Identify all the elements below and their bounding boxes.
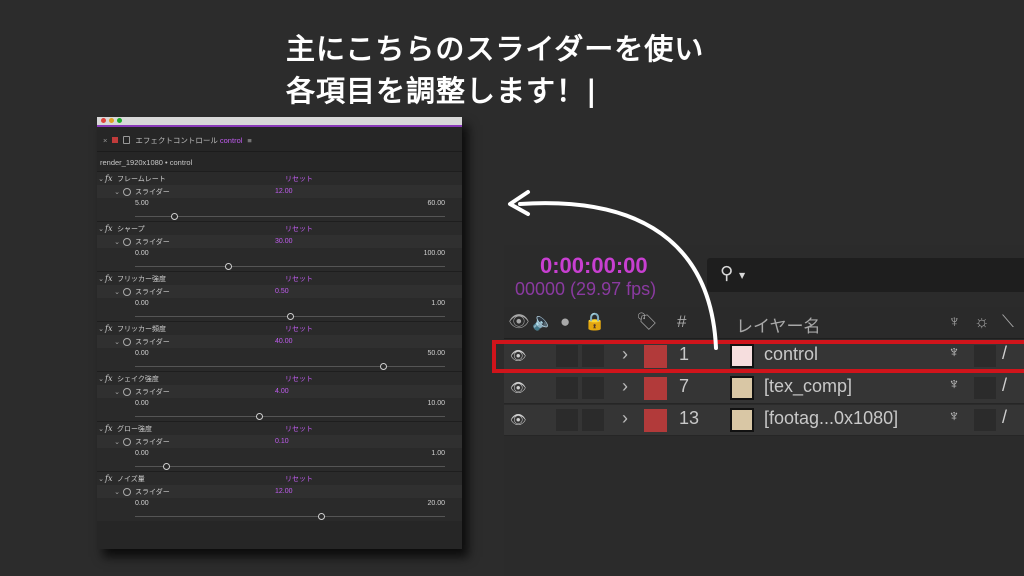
annotation-arrow bbox=[508, 190, 718, 350]
